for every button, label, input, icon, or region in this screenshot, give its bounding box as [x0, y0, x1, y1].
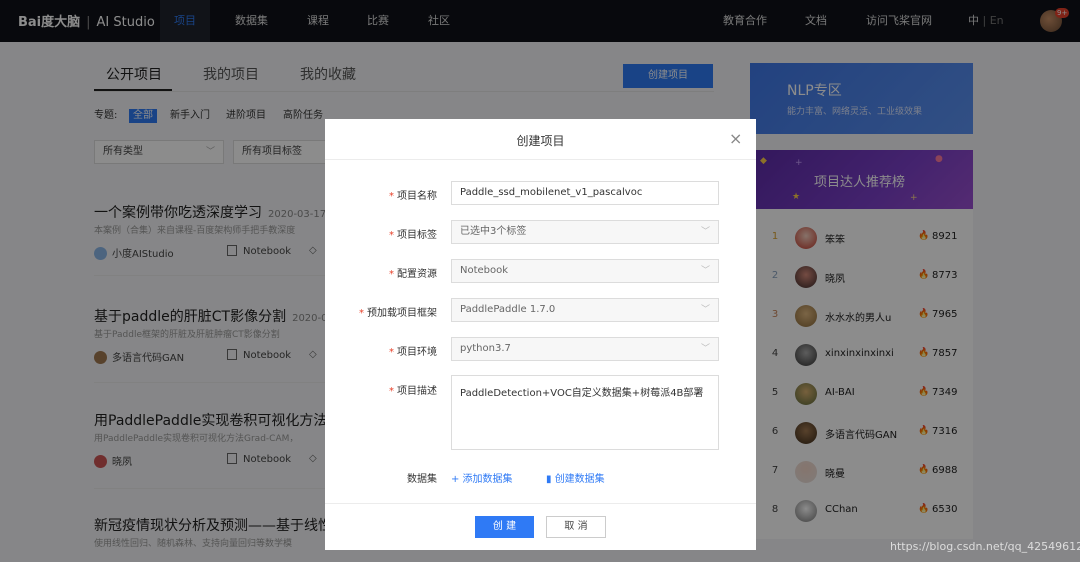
field-label: * 配置资源 — [389, 269, 437, 280]
add-dataset-link[interactable]: + 添加数据集 — [451, 470, 513, 485]
create-project-dialog: 创建项目 × * 项目名称 Paddle_ssd_mobilenet_v1_pas… — [325, 119, 756, 550]
chevron-down-icon: ﹀ — [700, 344, 710, 354]
field-label: * 预加载项目框架 — [359, 308, 437, 319]
field-label: * 项目环境 — [389, 347, 437, 358]
project-description-textarea[interactable]: PaddleDetection+VOC自定义数据集+树莓派4B部署 — [451, 375, 719, 450]
chevron-down-icon: ﹀ — [700, 266, 710, 276]
file-icon: ▮ — [546, 474, 555, 485]
field-label: * 项目标签 — [389, 230, 437, 241]
create-dataset-link[interactable]: ▮ 创建数据集 — [546, 470, 605, 485]
project-name-input[interactable]: Paddle_ssd_mobilenet_v1_pascalvoc — [451, 181, 719, 205]
framework-select[interactable]: PaddlePaddle 1.7.0 ﹀ — [451, 298, 719, 322]
watermark: https://blog.csdn.net/qq_42549612 — [890, 540, 1080, 553]
close-icon[interactable]: × — [729, 129, 742, 148]
divider — [325, 159, 756, 160]
project-tags-select[interactable]: 已选中3个标签 ﹀ — [451, 220, 719, 244]
dataset-label: 数据集 — [407, 474, 437, 485]
chevron-down-icon: ﹀ — [700, 305, 710, 315]
create-button[interactable]: 创 建 — [475, 516, 534, 538]
cancel-button[interactable]: 取 消 — [546, 516, 606, 538]
environment-select[interactable]: python3.7 ﹀ — [451, 337, 719, 361]
dialog-title: 创建项目 — [516, 134, 565, 148]
resource-select[interactable]: Notebook ﹀ — [451, 259, 719, 283]
field-label: * 项目名称 — [389, 191, 437, 202]
field-label: * 项目描述 — [389, 386, 437, 397]
chevron-down-icon: ﹀ — [700, 227, 710, 237]
divider — [325, 503, 756, 504]
